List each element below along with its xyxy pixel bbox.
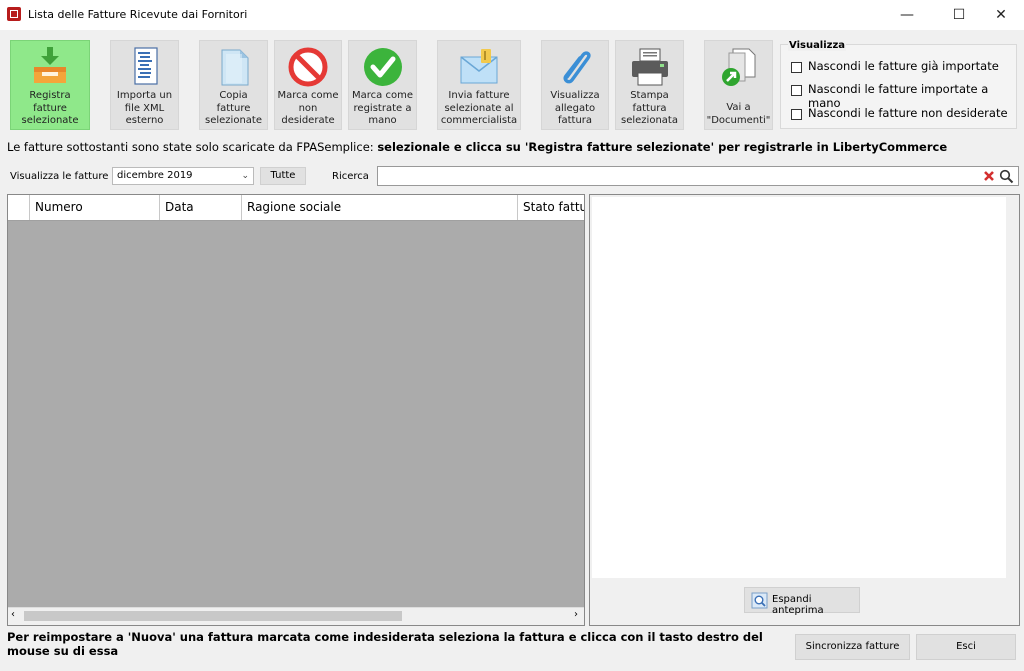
registra-fatture-button[interactable]: Registra fatture selezionate <box>10 40 90 130</box>
preview-pane: Espandi anteprima <box>589 194 1020 626</box>
toolbar-label: Registra fatture selezionate <box>21 90 79 126</box>
checkbox-label[interactable]: Nascondi le fatture non desiderate <box>808 106 1008 120</box>
prohibited-icon <box>288 47 328 87</box>
toolbar-label: Copia fatture selezionate <box>205 90 262 126</box>
toolbar-label: Vai a "Documenti" <box>706 102 771 126</box>
visualizza-allegato-button[interactable]: Visualizza allegato fattura <box>541 40 609 130</box>
column-header-stato[interactable]: Stato fattura <box>518 195 584 220</box>
maximize-button[interactable]: ☐ <box>936 0 982 30</box>
xml-file-icon <box>133 47 158 85</box>
printer-icon <box>631 48 668 86</box>
scroll-thumb[interactable] <box>24 611 402 621</box>
invia-commercialista-button[interactable]: Invia fatture selezionate al commercialist… <box>437 40 521 130</box>
preview-area <box>592 197 1006 578</box>
invoice-grid[interactable]: Numero Data Ragione sociale Stato fattur… <box>7 194 585 626</box>
inbox-download-icon <box>34 47 66 83</box>
search-icon[interactable] <box>999 169 1014 184</box>
app-icon <box>7 7 21 21</box>
visualizza-title: Visualizza <box>788 40 847 51</box>
minimize-button[interactable]: — <box>884 0 930 30</box>
vai-documenti-button[interactable]: Vai a "Documenti" <box>704 40 773 130</box>
toolbar-label: Invia fatture selezionate al commercialist… <box>440 90 518 126</box>
close-button[interactable]: ✕ <box>978 0 1024 30</box>
search-label: Ricerca <box>332 171 369 182</box>
footer-hint: Per reimpostare a 'Nuova' una fattura ma… <box>7 630 763 658</box>
toolbar-label: Marca come registrate a mano <box>352 90 413 126</box>
toolbar-label: Stampa fattura selezionata <box>621 90 678 126</box>
copy-document-icon <box>221 49 248 86</box>
window-title: Lista delle Fatture Ricevute dai Fornito… <box>28 8 248 21</box>
search-input[interactable] <box>377 166 1019 186</box>
checkbox-hide-imported[interactable] <box>791 62 802 73</box>
info-message: Le fatture sottostanti sono state solo s… <box>7 140 948 154</box>
stampa-fattura-button[interactable]: Stampa fattura selezionata <box>615 40 684 130</box>
importa-xml-button[interactable]: Importa un file XML esterno <box>110 40 179 130</box>
grid-header: Numero Data Ragione sociale Stato fattur… <box>8 195 584 221</box>
esci-button[interactable]: Esci <box>916 634 1016 660</box>
paperclip-icon <box>563 51 591 84</box>
espandi-anteprima-button[interactable]: Espandi anteprima <box>744 587 860 616</box>
checkmark-icon <box>363 48 402 86</box>
sincronizza-button[interactable]: Sincronizza fatture <box>795 634 910 660</box>
row-header-corner <box>8 195 30 220</box>
mail-attachment-icon <box>460 49 498 84</box>
horizontal-scrollbar[interactable]: ‹ › <box>8 607 584 625</box>
checkbox-hide-manual[interactable] <box>791 85 802 96</box>
marca-non-desiderate-button[interactable]: Marca come non desiderate <box>274 40 342 130</box>
column-header-ragione-sociale[interactable]: Ragione sociale <box>242 195 518 220</box>
toolbar-label: Importa un file XML esterno <box>116 90 173 126</box>
scroll-right-icon[interactable]: › <box>574 609 578 620</box>
title-bar: Lista delle Fatture Ricevute dai Fornito… <box>0 0 1024 30</box>
column-header-data[interactable]: Data <box>160 195 242 220</box>
filter-label: Visualizza le fatture di <box>10 171 121 182</box>
toolbar-label: Visualizza allegato fattura <box>550 90 600 126</box>
clear-icon[interactable] <box>983 170 995 182</box>
month-select[interactable]: dicembre 2019 ⌄ <box>112 167 254 185</box>
column-header-numero[interactable]: Numero <box>30 195 160 220</box>
checkbox-hide-unwanted[interactable] <box>791 109 802 120</box>
checkbox-label[interactable]: Nascondi le fatture già importate <box>808 59 999 73</box>
marca-registrate-button[interactable]: Marca come registrate a mano <box>348 40 417 130</box>
visualizza-group: Visualizza Nascondi le fatture già impor… <box>780 40 1017 129</box>
espandi-label: Espandi anteprima <box>772 594 824 616</box>
toolbar-label: Marca come non desiderate <box>277 90 339 126</box>
zoom-preview-icon <box>751 592 768 609</box>
scroll-left-icon[interactable]: ‹ <box>11 609 15 620</box>
chevron-down-icon: ⌄ <box>241 171 249 181</box>
documents-shortcut-icon <box>721 48 755 86</box>
copia-fatture-button[interactable]: Copia fatture selezionate <box>199 40 268 130</box>
tutte-button[interactable]: Tutte <box>260 167 306 185</box>
